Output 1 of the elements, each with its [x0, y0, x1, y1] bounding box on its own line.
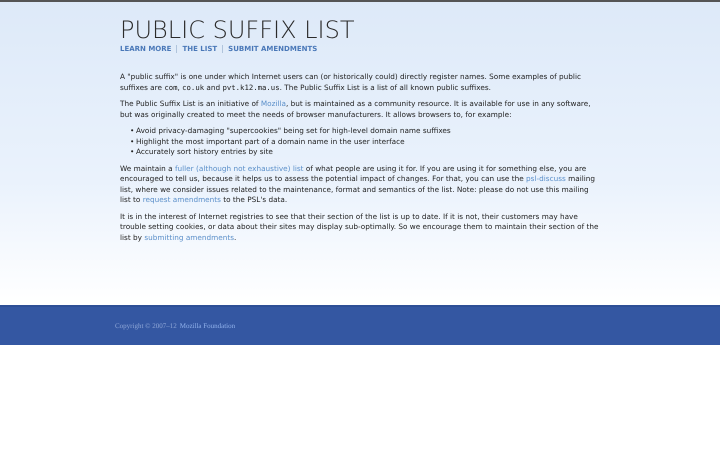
- page-title: PUBLIC SUFFIX LIST: [120, 16, 356, 44]
